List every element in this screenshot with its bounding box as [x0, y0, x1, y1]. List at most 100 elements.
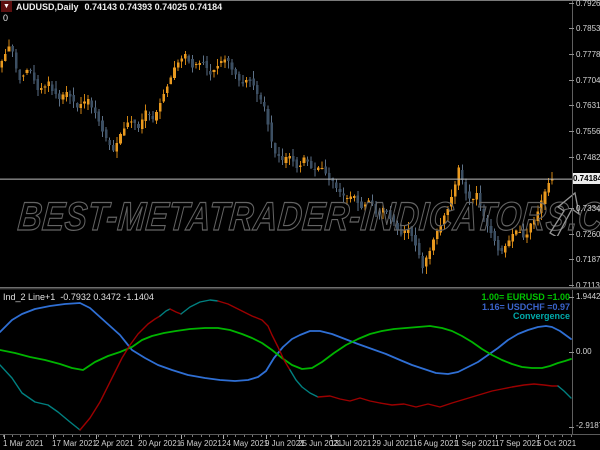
time-axis-minor-tick	[123, 435, 125, 437]
time-axis-minor-tick	[37, 435, 39, 437]
time-axis-minor-tick	[510, 435, 512, 437]
current-price-label: 0.74184	[573, 173, 600, 184]
price-axis-label: 0.74825	[576, 152, 600, 162]
time-axis-minor-tick	[132, 435, 133, 437]
time-axis-minor-tick	[140, 435, 142, 437]
date-label: 16 Aug 2021	[413, 439, 458, 448]
indicator-axis-zero: 0.00	[576, 347, 592, 356]
time-axis-minor-tick	[321, 435, 323, 437]
time-axis-minor-tick	[106, 435, 108, 437]
price-axis-label: 0.75560	[576, 127, 600, 137]
time-axis[interactable]: 1 Mar 2021 17 Mar 2021 2 Apr 2021 20 Apr 20…	[0, 434, 600, 450]
date-label: 6 May 2021	[180, 439, 222, 448]
time-axis-minor-tick	[441, 435, 443, 437]
indicator-axis-max: 1.9442	[576, 292, 600, 301]
time-axis-minor-tick	[347, 435, 348, 437]
time-axis-minor-tick	[433, 435, 434, 437]
main-price-chart[interactable]	[0, 0, 572, 287]
time-axis-minor-tick	[218, 435, 219, 437]
time-axis-minor-tick	[20, 435, 22, 437]
time-axis-minor-tick	[553, 435, 555, 437]
date-label: 20 Apr 2021	[138, 439, 182, 448]
time-axis-minor-tick	[11, 435, 13, 437]
time-axis-minor-tick	[235, 435, 237, 437]
date-label: 13 Jul 2021	[330, 439, 372, 448]
date-label: 17 Mar 2021	[52, 439, 97, 448]
trend-arrow-annotation[interactable]	[544, 188, 584, 236]
date-label: 17 Sep 2021	[495, 439, 541, 448]
date-label: 1 Mar 2021	[3, 439, 44, 448]
time-axis-minor-tick	[390, 435, 391, 437]
time-axis-minor-tick	[157, 435, 159, 437]
time-axis-minor-tick	[304, 435, 305, 437]
indicator-axis-tick	[569, 297, 574, 298]
time-axis-minor-tick	[501, 435, 503, 437]
time-axis-minor-tick	[71, 435, 73, 437]
time-axis-minor-tick	[97, 435, 99, 437]
indicator-axis-tick	[569, 352, 574, 353]
time-axis-minor-tick	[175, 435, 176, 437]
time-axis-minor-tick	[80, 435, 82, 437]
time-axis-minor-tick	[252, 435, 254, 437]
price-axis-label: 0.71870	[576, 255, 600, 265]
time-axis-minor-tick	[424, 435, 426, 437]
indicator-title: Ind_2 Line+1 -0.7932 0.3472 -1.1404	[3, 292, 154, 302]
chart-sub-label: 0	[3, 13, 9, 23]
indicator-axis-tick	[569, 427, 574, 428]
time-axis-minor-tick	[519, 435, 520, 437]
time-axis-minor-tick	[192, 435, 194, 437]
date-label: 1 Sep 2021	[455, 439, 496, 448]
time-axis-minor-tick	[149, 435, 151, 437]
time-axis-minor-tick	[295, 435, 297, 437]
time-axis-minor-tick	[467, 435, 469, 437]
time-axis-minor-tick	[166, 435, 168, 437]
legend-convergence: Convergence	[512, 311, 570, 321]
date-label: 24 May 2021	[222, 439, 269, 448]
time-axis-minor-tick	[200, 435, 202, 437]
symbol-menu-icon[interactable]: ▼	[1, 1, 12, 12]
indicator-legend: 1.00= EURUSD =1.00 1.16= USDCHF =0.97 Co…	[481, 292, 570, 322]
time-axis-minor-tick	[54, 435, 56, 437]
candles-group[interactable]	[0, 39, 554, 274]
time-axis-minor-tick	[570, 435, 572, 437]
time-axis-minor-tick	[114, 435, 116, 437]
time-axis-minor-tick	[562, 435, 563, 437]
price-axis-label: 0.76310	[576, 101, 600, 111]
time-axis-minor-tick	[527, 435, 529, 437]
time-axis-minor-tick	[243, 435, 245, 437]
time-axis-minor-tick	[286, 435, 288, 437]
price-axis-label: 0.79265	[576, 0, 600, 8]
time-axis-minor-tick	[493, 435, 495, 437]
chart-title: AUDUSD,Daily 0.74143 0.74393 0.74025 0.74…	[16, 2, 222, 12]
time-axis-minor-tick	[398, 435, 400, 437]
mt4-chart-window: ▼ AUDUSD,Daily 0.74143 0.74393 0.74025 0.…	[0, 0, 600, 450]
time-axis-minor-tick	[355, 435, 357, 437]
time-axis-minor-tick	[312, 435, 314, 437]
chart-ohlc-values: 0.74143 0.74393 0.74025 0.74184	[84, 2, 223, 12]
date-label: 5 Oct 2021	[537, 439, 577, 448]
date-label: 29 Jul 2021	[372, 439, 414, 448]
time-axis-minor-tick	[381, 435, 383, 437]
time-axis-minor-tick	[476, 435, 477, 437]
time-axis-minor-tick	[458, 435, 460, 437]
price-axis-label: 0.78530	[576, 24, 600, 34]
time-axis-minor-tick	[269, 435, 271, 437]
indicator-values: -0.7932 0.3472 -1.1404	[60, 292, 154, 302]
time-axis-minor-tick	[183, 435, 185, 437]
time-axis-minor-tick	[544, 435, 546, 437]
time-axis-minor-tick	[415, 435, 417, 437]
price-axis-label: 0.77045	[576, 75, 600, 85]
indicator-subwindow: Ind_2 Line+1 -0.7932 0.3472 -1.1404 1.00=…	[0, 290, 600, 434]
time-axis-minor-tick	[226, 435, 228, 437]
time-axis-minor-tick	[338, 435, 340, 437]
time-axis-minor-tick	[364, 435, 366, 437]
time-axis-minor-tick	[450, 435, 452, 437]
time-axis-minor-tick	[63, 435, 65, 437]
time-axis-minor-tick	[28, 435, 30, 437]
indicator-axis-min: -2.9187	[576, 421, 600, 430]
price-axis-label: 0.77780	[576, 50, 600, 60]
time-axis-minor-tick	[46, 435, 47, 437]
indicator-name: Ind_2 Line+1	[3, 292, 56, 302]
chart-symbol-period: AUDUSD,Daily	[16, 2, 79, 12]
time-axis-minor-tick	[484, 435, 486, 437]
